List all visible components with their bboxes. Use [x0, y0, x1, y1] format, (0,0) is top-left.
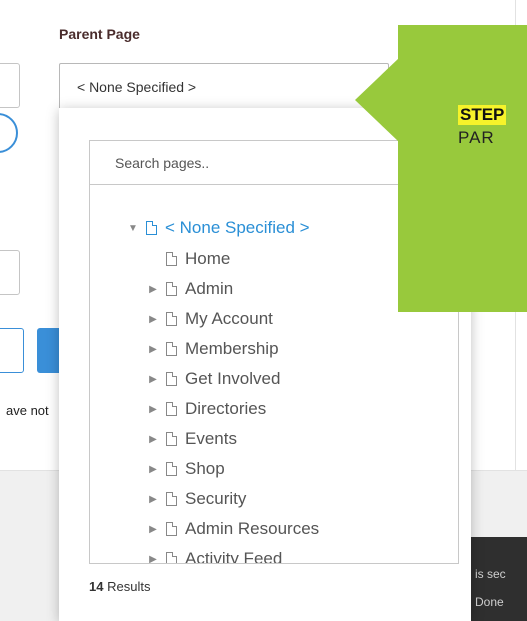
tree-item[interactable]: ▶ Security	[146, 485, 246, 513]
tree-item-label: Security	[185, 489, 247, 508]
page-icon	[166, 342, 177, 356]
tree-item[interactable]: ▶ Admin	[146, 275, 233, 303]
chevron-right-icon[interactable]: ▶	[146, 404, 160, 415]
tree-item[interactable]: ▶ Directories	[146, 395, 266, 423]
toast-text: is sec	[475, 567, 506, 581]
tree-item[interactable]: ▶ My Account	[146, 305, 273, 333]
chevron-right-icon[interactable]: ▶	[146, 524, 160, 535]
select-value: < None Specified >	[77, 79, 197, 95]
parent-page-label: Parent Page	[59, 26, 140, 42]
tree-item[interactable]: ▶ Admin Resources	[146, 515, 319, 543]
chevron-right-icon[interactable]: ▶	[146, 284, 160, 295]
tree-item-root[interactable]: ▼ < None Specified >	[126, 214, 310, 242]
chevron-right-icon[interactable]: ▶	[146, 554, 160, 564]
step-subtitle: PAR	[458, 128, 495, 147]
tree-item-label: < None Specified >	[165, 218, 310, 237]
page-icon	[166, 312, 177, 326]
results-count: 14 Results	[89, 579, 150, 594]
tree-item-label: My Account	[185, 309, 273, 328]
chevron-right-icon[interactable]: ▶	[146, 314, 160, 325]
partial-text: ave not	[6, 403, 49, 418]
tree-item[interactable]: Home	[146, 245, 230, 273]
tree-item[interactable]: ▶ Shop	[146, 455, 225, 483]
page-icon	[166, 522, 177, 536]
page-icon	[166, 402, 177, 416]
chevron-right-icon[interactable]: ▶	[146, 434, 160, 445]
chevron-right-icon[interactable]: ▶	[146, 464, 160, 475]
page-icon	[166, 552, 177, 563]
page-icon	[166, 282, 177, 296]
chevron-down-icon[interactable]: ▼	[126, 223, 140, 234]
tree-item[interactable]: ▶ Get Involved	[146, 365, 280, 393]
results-label: Results	[107, 579, 151, 594]
tree-item-label: Admin	[185, 279, 234, 298]
parent-page-select[interactable]: < None Specified >	[59, 63, 389, 110]
results-number: 14	[89, 579, 104, 594]
instruction-callout: STEP PAR	[398, 25, 527, 312]
tree-item-label: Membership	[185, 339, 279, 358]
chevron-right-icon[interactable]: ▶	[146, 344, 160, 355]
step-label: STEP	[458, 105, 507, 125]
page-icon	[166, 432, 177, 446]
toast-text: Done	[475, 595, 504, 609]
page-icon	[166, 462, 177, 476]
chevron-right-icon[interactable]: ▶	[146, 374, 160, 385]
callout-pointer	[355, 58, 399, 142]
page-icon	[166, 492, 177, 506]
chevron-right-icon[interactable]: ▶	[146, 494, 160, 505]
left-text-input[interactable]	[0, 63, 20, 108]
page-icon	[166, 252, 177, 266]
page-icon	[146, 221, 157, 235]
page-icon	[166, 372, 177, 386]
tree-item-label: Get Involved	[185, 369, 281, 388]
search-input[interactable]	[115, 155, 415, 171]
tree-item-label: Events	[185, 429, 237, 448]
tree-item-label: Directories	[185, 399, 267, 418]
tree-item[interactable]: ▶ Membership	[146, 335, 279, 363]
tree-item-label: Home	[185, 249, 231, 268]
tree-item-label: Shop	[185, 459, 225, 478]
left-text-input[interactable]	[0, 250, 20, 295]
tree-item-label: Activity Feed	[185, 549, 283, 564]
tree-item-label: Admin Resources	[185, 519, 320, 538]
left-text-input[interactable]	[0, 328, 24, 373]
notification-toast: is sec Done	[470, 537, 527, 621]
tree-item[interactable]: ▶ Events	[146, 425, 237, 453]
tree-item[interactable]: ▶ Activity Feed	[146, 545, 283, 564]
